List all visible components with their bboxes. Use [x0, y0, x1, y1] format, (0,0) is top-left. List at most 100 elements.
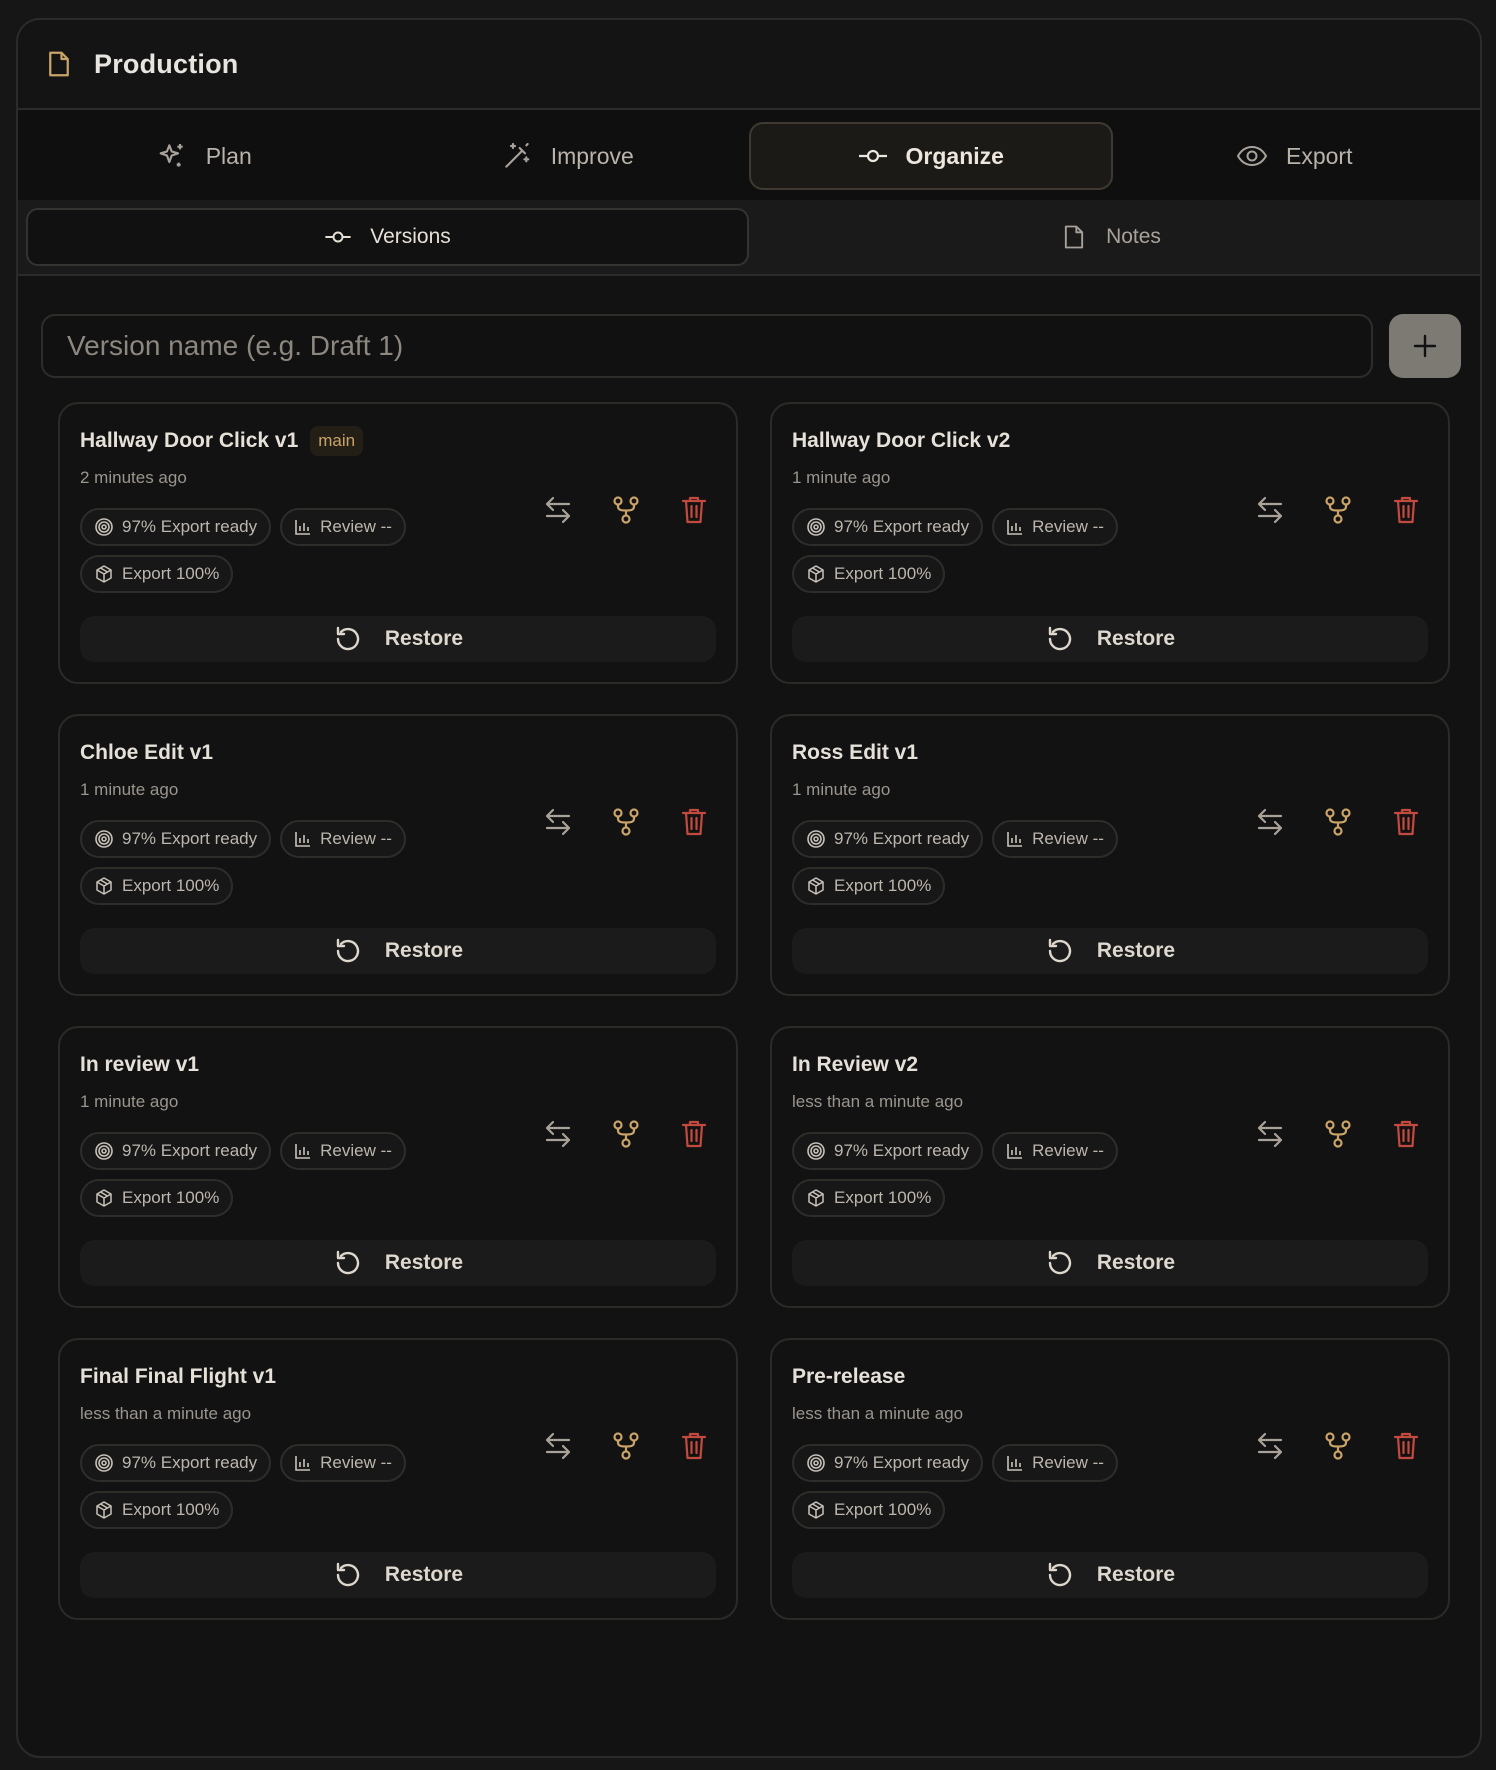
branch-button[interactable]: [1320, 1428, 1356, 1464]
delete-button[interactable]: [1388, 1428, 1424, 1464]
export-label: Export 100%: [834, 564, 932, 583]
version-timestamp: 1 minute ago: [80, 780, 179, 799]
export-ready-label: 97% Export ready: [834, 829, 970, 848]
export-ready-label: 97% Export ready: [834, 1453, 970, 1472]
version-timestamp: less than a minute ago: [80, 1404, 252, 1423]
git-fork-icon: [1324, 495, 1352, 525]
main-tabs: Plan Improve Organize Export: [18, 110, 1480, 200]
review-chip: Review --: [280, 820, 406, 858]
rotate-ccw-icon: [333, 624, 363, 654]
delete-button[interactable]: [1388, 492, 1424, 528]
restore-label: Restore: [1096, 939, 1176, 962]
branch-button[interactable]: [608, 1116, 644, 1152]
restore-button[interactable]: Restore: [80, 1240, 716, 1286]
delete-button[interactable]: [676, 1116, 712, 1152]
eye-icon: [1236, 144, 1268, 168]
git-fork-icon: [612, 1431, 640, 1461]
branch-button[interactable]: [608, 492, 644, 528]
version-name: Hallway Door Click v1: [80, 429, 299, 452]
version-stats: 97% Export ready Review -- Export 100%: [792, 1444, 1172, 1529]
version-stats: 97% Export ready Review -- Export 100%: [80, 1444, 460, 1529]
compare-button[interactable]: [1252, 492, 1288, 528]
rotate-ccw-icon: [333, 1248, 363, 1278]
restore-button[interactable]: Restore: [792, 1240, 1428, 1286]
review-chip: Review --: [992, 1444, 1118, 1482]
swap-arrows-icon: [1255, 1120, 1285, 1148]
tab-organize[interactable]: Organize: [749, 122, 1113, 190]
tab-plan[interactable]: Plan: [22, 122, 386, 190]
delete-button[interactable]: [676, 1428, 712, 1464]
restore-button[interactable]: Restore: [792, 616, 1428, 662]
subtab-notes[interactable]: Notes: [749, 208, 1472, 266]
tab-improve[interactable]: Improve: [386, 122, 750, 190]
trash-icon: [681, 807, 707, 837]
review-label: Review --: [1032, 1453, 1104, 1472]
branch-button[interactable]: [1320, 1116, 1356, 1152]
review-chip: Review --: [992, 820, 1118, 858]
trash-icon: [1393, 495, 1419, 525]
package-icon: [94, 1500, 114, 1520]
compare-button[interactable]: [1252, 1428, 1288, 1464]
export-label: Export 100%: [122, 1500, 220, 1519]
trash-icon: [1393, 807, 1419, 837]
export-ready-chip: 97% Export ready: [792, 508, 984, 546]
review-chip: Review --: [992, 508, 1118, 546]
trash-icon: [681, 1119, 707, 1149]
compare-button[interactable]: [1252, 1116, 1288, 1152]
version-name-input[interactable]: [41, 314, 1373, 378]
version-actions: [540, 1428, 712, 1464]
version-timestamp: 1 minute ago: [792, 780, 891, 799]
compare-button[interactable]: [1252, 804, 1288, 840]
compare-button[interactable]: [540, 804, 576, 840]
restore-button[interactable]: Restore: [80, 1552, 716, 1598]
git-fork-icon: [612, 807, 640, 837]
branch-button[interactable]: [1320, 492, 1356, 528]
trash-icon: [681, 1431, 707, 1461]
compare-button[interactable]: [540, 1428, 576, 1464]
restore-button[interactable]: Restore: [80, 616, 716, 662]
restore-label: Restore: [384, 939, 464, 962]
git-fork-icon: [612, 1119, 640, 1149]
export-chip: Export 100%: [792, 555, 946, 593]
version-name: Hallway Door Click v2: [792, 429, 1011, 452]
page-title: Production: [94, 48, 239, 79]
delete-button[interactable]: [676, 492, 712, 528]
rotate-ccw-icon: [333, 936, 363, 966]
version-name-row: Pre-release: [792, 1360, 1428, 1394]
review-label: Review --: [1032, 517, 1104, 536]
delete-button[interactable]: [676, 804, 712, 840]
restore-button[interactable]: Restore: [80, 928, 716, 974]
version-name: In Review v2: [792, 1053, 919, 1076]
tab-export[interactable]: Export: [1113, 122, 1477, 190]
delete-button[interactable]: [1388, 804, 1424, 840]
target-icon: [806, 1453, 826, 1473]
plus-icon: [1412, 333, 1438, 359]
version-card: Ross Edit v1 1 minute ago 97% Export rea…: [770, 714, 1450, 996]
panel-header: Production: [18, 20, 1480, 110]
restore-button[interactable]: Restore: [792, 928, 1428, 974]
add-version-button[interactable]: [1389, 314, 1461, 378]
tab-export-label: Export: [1286, 142, 1353, 169]
export-ready-chip: 97% Export ready: [80, 1132, 272, 1170]
branch-button[interactable]: [608, 804, 644, 840]
version-actions: [1252, 804, 1424, 840]
branch-button[interactable]: [1320, 804, 1356, 840]
tab-improve-label: Improve: [550, 142, 634, 169]
compare-button[interactable]: [540, 1116, 576, 1152]
branch-button[interactable]: [608, 1428, 644, 1464]
target-icon: [806, 1141, 826, 1161]
version-actions: [540, 1116, 712, 1152]
export-ready-chip: 97% Export ready: [80, 820, 272, 858]
compare-button[interactable]: [540, 492, 576, 528]
export-chip: Export 100%: [80, 867, 234, 905]
delete-button[interactable]: [1388, 1116, 1424, 1152]
subtab-notes-label: Notes: [1106, 225, 1161, 248]
restore-button[interactable]: Restore: [792, 1552, 1428, 1598]
version-actions: [1252, 492, 1424, 528]
sub-tabs: Versions Notes: [18, 200, 1480, 276]
export-ready-label: 97% Export ready: [122, 829, 258, 848]
export-chip: Export 100%: [80, 1491, 234, 1529]
review-label: Review --: [1032, 829, 1104, 848]
subtab-versions[interactable]: Versions: [26, 208, 749, 266]
restore-label: Restore: [384, 1563, 464, 1586]
